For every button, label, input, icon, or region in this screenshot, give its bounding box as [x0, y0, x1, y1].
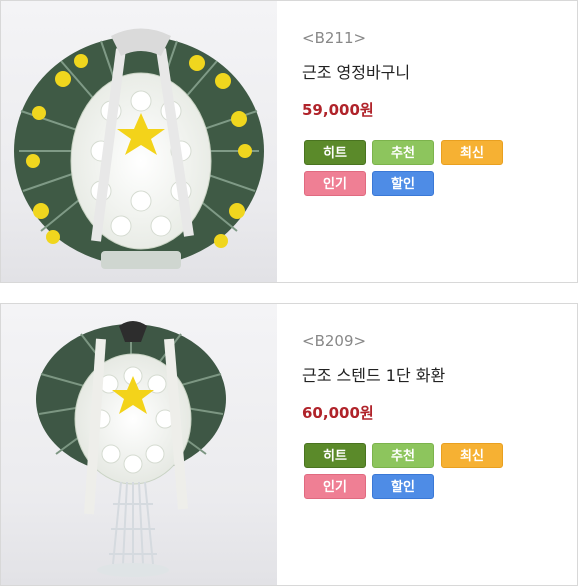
recommend-badge[interactable]: 추천 [372, 140, 434, 165]
product-code: <B211> [302, 29, 367, 47]
new-badge[interactable]: 최신 [441, 140, 503, 165]
product-name[interactable]: 근조 영정바구니 [302, 59, 410, 83]
flower-basket-illustration [14, 28, 264, 269]
hit-badge[interactable]: 히트 [304, 443, 366, 468]
product-name[interactable]: 근조 스텐드 1단 화환 [302, 362, 445, 386]
product-code: <B209> [302, 332, 367, 350]
discount-badge[interactable]: 할인 [372, 474, 434, 499]
product-price: 60,000원 [302, 404, 374, 422]
popular-badge[interactable]: 인기 [304, 474, 366, 499]
hit-badge[interactable]: 히트 [304, 140, 366, 165]
product-card[interactable]: <B209> 근조 스텐드 1단 화환 60,000원 히트 추천 최신 인기 … [0, 303, 578, 586]
recommend-badge[interactable]: 추천 [372, 443, 434, 468]
product-card[interactable]: <B211> 근조 영정바구니 59,000원 히트 추천 최신 인기 할인 [0, 0, 578, 283]
wreath-stand-illustration [36, 321, 226, 577]
product-image[interactable] [1, 1, 277, 282]
new-badge[interactable]: 최신 [441, 443, 503, 468]
product-price: 59,000원 [302, 101, 374, 119]
popular-badge[interactable]: 인기 [304, 171, 366, 196]
discount-badge[interactable]: 할인 [372, 171, 434, 196]
product-image[interactable] [1, 304, 277, 585]
